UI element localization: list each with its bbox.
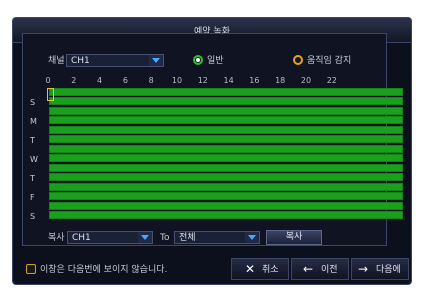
grid-cursor: [47, 88, 54, 101]
hour-label: 8: [148, 76, 154, 85]
dont-show-checkbox[interactable]: [26, 264, 36, 274]
mode-motion-radio[interactable]: [293, 55, 303, 65]
copy-from-value: CH1: [72, 233, 91, 243]
hour-label: 10: [171, 76, 183, 85]
chevron-down-icon: [149, 55, 163, 66]
hour-label: 18: [275, 76, 286, 85]
hour-label: 4: [97, 76, 103, 85]
prev-button[interactable]: ← 이전: [291, 258, 349, 280]
cancel-label: 취소: [262, 265, 279, 275]
copy-to-label: To: [160, 233, 170, 243]
day-label: S: [30, 98, 36, 107]
hour-label: 0: [45, 76, 51, 85]
hour-label: 6: [122, 76, 128, 85]
day-label: M: [30, 117, 37, 126]
schedule-row[interactable]: [49, 202, 403, 210]
copy-to-value: 전체: [179, 233, 196, 243]
day-label: T: [30, 136, 35, 145]
schedule-row[interactable]: [49, 116, 403, 124]
day-label: T: [30, 174, 35, 183]
copy-label: 복사: [48, 233, 65, 243]
schedule-row[interactable]: [49, 211, 403, 219]
hour-label: 12: [197, 76, 208, 85]
chevron-down-icon: [245, 232, 259, 243]
hour-label: 22: [326, 76, 337, 85]
copy-button[interactable]: 복사: [266, 230, 322, 245]
dont-show-label: 이창은 다음번에 보이지 않습니다.: [40, 265, 168, 275]
cancel-button[interactable]: ✕ 취소: [231, 258, 289, 280]
schedule-row[interactable]: [49, 126, 403, 134]
schedule-row[interactable]: [49, 173, 403, 181]
hour-label: 20: [300, 76, 312, 85]
channel-label: 채널: [48, 56, 65, 66]
schedule-row[interactable]: [49, 154, 403, 162]
schedule-row[interactable]: [49, 183, 403, 191]
prev-label: 이전: [321, 265, 338, 275]
channel-select[interactable]: CH1: [66, 54, 164, 67]
mode-normal-radio[interactable]: [193, 55, 203, 65]
schedule-row[interactable]: [49, 135, 403, 143]
schedule-row[interactable]: [49, 97, 403, 105]
mode-motion-label: 움직임 감지: [307, 56, 352, 66]
schedule-row[interactable]: [49, 164, 403, 172]
day-label: S: [30, 212, 36, 221]
schedule-row[interactable]: [49, 192, 403, 200]
channel-select-value: CH1: [71, 56, 90, 66]
next-button[interactable]: → 다음에: [351, 258, 409, 280]
hour-label: 16: [249, 76, 260, 85]
next-label: 다음에: [376, 265, 401, 275]
copy-from-select[interactable]: CH1: [67, 231, 153, 244]
schedule-row[interactable]: [49, 145, 403, 153]
day-label: F: [30, 193, 35, 202]
mode-normal-label: 일반: [207, 56, 224, 66]
hour-label: 14: [223, 76, 234, 85]
schedule-row[interactable]: [49, 107, 403, 115]
schedule-row[interactable]: [49, 88, 403, 96]
arrow-right-icon: →: [358, 262, 369, 276]
arrow-left-icon: ←: [303, 262, 314, 276]
chevron-down-icon: [138, 232, 152, 243]
day-label: W: [30, 155, 38, 164]
close-icon: ✕: [245, 262, 256, 276]
copy-to-select[interactable]: 전체: [174, 231, 260, 244]
hour-label: 2: [71, 76, 77, 85]
